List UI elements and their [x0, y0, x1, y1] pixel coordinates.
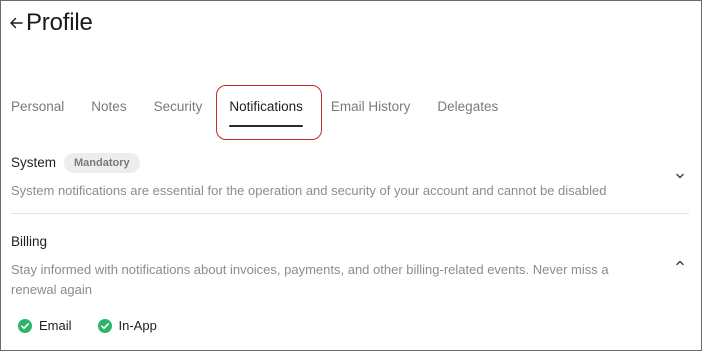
section-description: Stay informed with notifications about i…	[11, 262, 609, 297]
page-title: Profile	[26, 9, 93, 36]
channel-in-app[interactable]: In-App	[97, 318, 157, 333]
tab-notifications[interactable]: Notifications	[229, 97, 303, 127]
check-circle-icon	[18, 318, 32, 333]
channel-label: In-App	[118, 318, 157, 333]
profile-tabs: Personal Notes Security Notifications Em…	[11, 97, 498, 127]
back-button[interactable]	[8, 9, 24, 37]
tab-security[interactable]: Security	[154, 97, 203, 117]
tab-personal[interactable]: Personal	[11, 97, 64, 117]
tab-notifications-label: Notifications	[229, 99, 303, 114]
section-billing: Billing Stay informed with notifications…	[11, 232, 687, 300]
billing-channels: Email In-App	[18, 318, 157, 333]
tab-notes[interactable]: Notes	[91, 97, 126, 117]
expand-toggle[interactable]	[673, 169, 687, 183]
tab-email-history[interactable]: Email History	[331, 97, 411, 117]
section-title: Billing	[11, 234, 48, 249]
chevron-up-icon	[676, 260, 684, 266]
chevron-down-icon	[676, 173, 684, 179]
section-description: System notifications are essential for t…	[11, 183, 607, 198]
section-system-header[interactable]: System Mandatory	[11, 153, 687, 173]
active-tab-indicator	[229, 125, 303, 127]
section-billing-header[interactable]: Billing	[11, 232, 687, 252]
mandatory-badge: Mandatory	[64, 153, 140, 173]
tab-delegates[interactable]: Delegates	[437, 97, 498, 117]
arrow-left-icon	[10, 17, 23, 29]
channel-label: Email	[39, 318, 72, 333]
profile-window: Profile Personal Notes Security Notifica…	[0, 0, 702, 351]
divider	[11, 213, 689, 214]
check-circle-icon	[97, 318, 112, 333]
collapse-toggle[interactable]	[673, 256, 687, 270]
channel-email[interactable]: Email	[18, 318, 72, 333]
section-system: System Mandatory System notifications ar…	[11, 153, 687, 201]
section-title: System	[11, 155, 57, 170]
page-header: Profile	[8, 9, 93, 37]
